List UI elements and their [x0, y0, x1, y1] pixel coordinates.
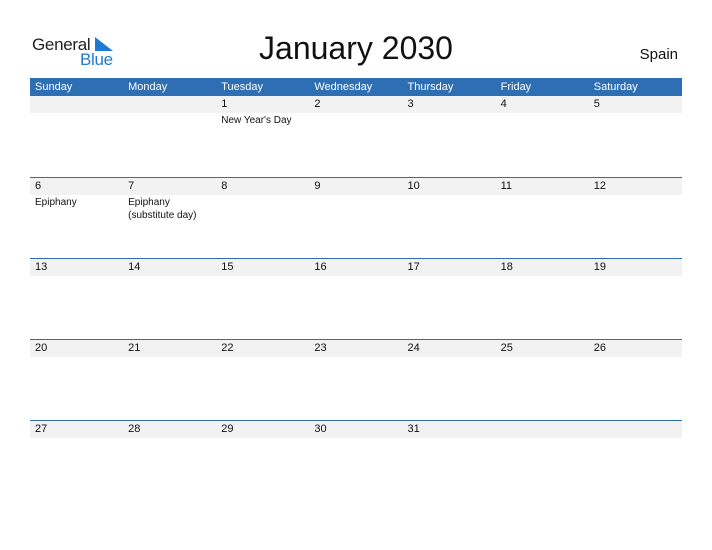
- weekday-header-row: Sunday Monday Tuesday Wednesday Thursday…: [30, 78, 682, 96]
- date-strip: 6 7 8 9 10 11 12: [30, 178, 682, 195]
- holiday-label: [216, 276, 309, 277]
- holiday-label: [496, 357, 589, 358]
- weekday-header: Monday: [128, 81, 168, 93]
- holiday-label: [30, 113, 123, 127]
- holiday-label: [123, 276, 216, 277]
- day-number: 1: [221, 98, 228, 110]
- weekday-header: Saturday: [593, 81, 638, 93]
- day-number: 20: [35, 342, 48, 354]
- events-row: [30, 438, 682, 439]
- holiday-label: New Year's Day: [221, 115, 292, 126]
- holiday-label: [30, 276, 123, 277]
- holiday-label: [403, 357, 496, 358]
- day-number: 11: [500, 180, 513, 192]
- holiday-label: [589, 195, 682, 222]
- holiday-label: [309, 195, 402, 222]
- day-number: 2: [314, 98, 321, 110]
- day-number: 25: [500, 342, 513, 354]
- holiday-label: [496, 113, 589, 127]
- day-number: 23: [314, 342, 327, 354]
- holiday-label: [589, 276, 682, 277]
- day-number: [589, 421, 682, 438]
- day-number: 18: [500, 261, 513, 273]
- week-row: 13 14 15 16 17 18 19: [30, 258, 682, 339]
- holiday-label: [496, 276, 589, 277]
- holiday-label: [123, 357, 216, 358]
- date-strip: 20 21 22 23 24 25 26: [30, 340, 682, 357]
- day-number: 3: [407, 98, 414, 110]
- holiday-label: [403, 438, 496, 439]
- events-row: [30, 276, 682, 277]
- day-number: 31: [407, 423, 420, 435]
- holiday-label: [309, 357, 402, 358]
- holiday-label: [123, 113, 216, 127]
- day-number: [123, 96, 216, 113]
- holiday-label: [309, 438, 402, 439]
- holiday-label: [496, 438, 589, 439]
- calendar-grid: Sunday Monday Tuesday Wednesday Thursday…: [30, 78, 682, 501]
- day-number: 29: [221, 423, 234, 435]
- holiday-label: [403, 276, 496, 277]
- weeks-container: 1 2 3 4 5 New Year's Day 6 7 8 9 10 11 12 Epiphany Epi…: [30, 96, 682, 501]
- holiday-label: [216, 357, 309, 358]
- events-row: New Year's Day: [30, 113, 682, 127]
- holiday-label: Epiphany (substitute day): [128, 197, 197, 221]
- holiday-label: [403, 113, 496, 127]
- holiday-label: [496, 195, 589, 222]
- day-number: 10: [407, 180, 420, 192]
- week-row: 27 28 29 30 31: [30, 420, 682, 501]
- holiday-label: [309, 276, 402, 277]
- holiday-label: [30, 357, 123, 358]
- date-strip: 13 14 15 16 17 18 19: [30, 259, 682, 276]
- day-number: [496, 421, 589, 438]
- week-row: 20 21 22 23 24 25 26: [30, 339, 682, 420]
- day-number: 24: [407, 342, 420, 354]
- events-row: [30, 357, 682, 358]
- date-strip: 27 28 29 30 31: [30, 421, 682, 438]
- day-number: 6: [35, 180, 42, 192]
- holiday-label: [216, 438, 309, 439]
- day-number: 30: [314, 423, 327, 435]
- day-number: 5: [593, 98, 600, 110]
- holiday-label: [216, 195, 309, 222]
- holiday-label: [30, 438, 123, 439]
- holiday-label: [589, 113, 682, 127]
- week-row: 6 7 8 9 10 11 12 Epiphany Epiphany (substitute d…: [30, 177, 682, 258]
- events-row: Epiphany Epiphany (substitute day): [30, 195, 682, 222]
- day-number: 15: [221, 261, 234, 273]
- holiday-label: [589, 357, 682, 358]
- day-number: 26: [593, 342, 606, 354]
- holiday-label: [309, 113, 402, 127]
- day-number: 13: [35, 261, 48, 273]
- holiday-label: [589, 438, 682, 439]
- day-number: 17: [407, 261, 420, 273]
- day-number: 8: [221, 180, 228, 192]
- day-number: 7: [128, 180, 135, 192]
- day-number: 4: [500, 98, 507, 110]
- calendar-title: January 2030: [259, 30, 453, 66]
- holiday-label: [123, 438, 216, 439]
- day-number: [30, 96, 123, 113]
- week-row: 1 2 3 4 5 New Year's Day: [30, 96, 682, 177]
- day-number: 19: [593, 261, 606, 273]
- day-number: 9: [314, 180, 321, 192]
- weekday-header: Wednesday: [314, 81, 373, 93]
- day-number: 27: [35, 423, 48, 435]
- day-number: 22: [221, 342, 234, 354]
- day-number: 16: [314, 261, 327, 273]
- country-label: Spain: [639, 46, 678, 63]
- weekday-header: Thursday: [407, 81, 454, 93]
- holiday-label: Epiphany: [35, 197, 77, 208]
- holiday-label: [403, 195, 496, 222]
- date-strip: 1 2 3 4 5: [30, 96, 682, 113]
- day-number: 14: [128, 261, 141, 273]
- weekday-header: Sunday: [35, 81, 73, 93]
- day-number: 28: [128, 423, 141, 435]
- day-number: 12: [593, 180, 606, 192]
- weekday-header: Tuesday: [221, 81, 264, 93]
- day-number: 21: [128, 342, 141, 354]
- weekday-header: Friday: [500, 81, 532, 93]
